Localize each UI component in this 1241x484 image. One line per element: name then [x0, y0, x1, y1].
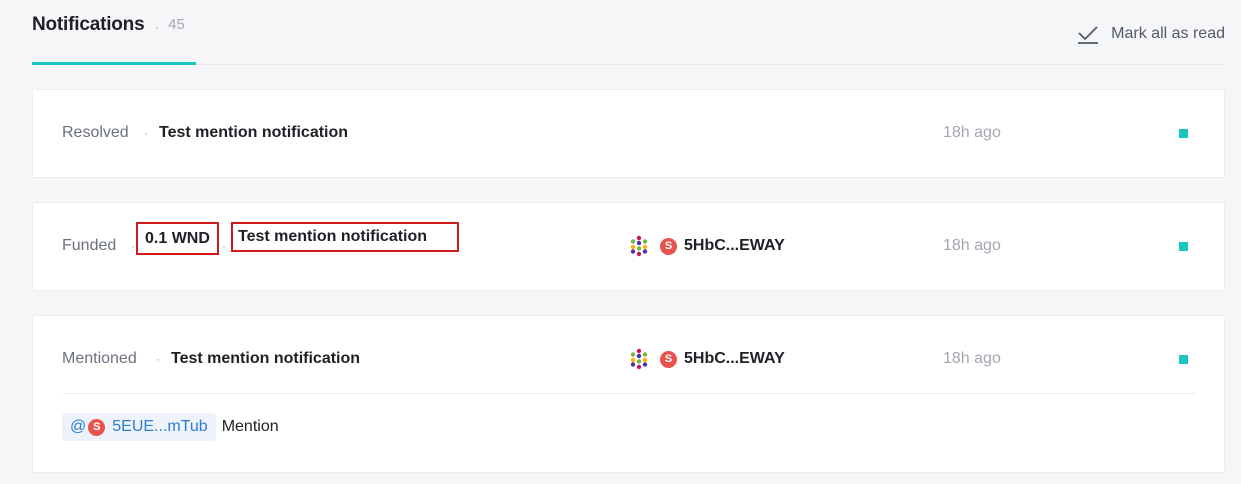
notification-title[interactable]: Test mention notification	[171, 347, 360, 371]
divider	[62, 393, 1195, 394]
separator: ·	[222, 239, 226, 253]
at-sign: @	[70, 418, 87, 435]
identicon-icon	[630, 235, 648, 257]
mention-link[interactable]: @ S 5EUE...mTub	[62, 413, 216, 441]
unread-indicator	[1179, 355, 1188, 364]
notification-count: 45	[168, 16, 185, 33]
notification-card-mentioned[interactable]: Mentioned · Test mention notification S …	[32, 315, 1225, 473]
mention-text: Mention	[221, 418, 279, 435]
funded-amount: 0.1 WND	[136, 222, 219, 255]
unread-indicator	[1179, 242, 1188, 251]
notification-title[interactable]: Test mention notification	[159, 121, 348, 145]
notification-title[interactable]: Test mention notification	[231, 222, 459, 252]
notifications-header: Notifications · 45 Mark all as read	[32, 0, 1225, 65]
user-info[interactable]: S 5HbC...EWAY	[628, 234, 785, 258]
user-address[interactable]: 5HbC...EWAY	[684, 237, 785, 255]
notification-card-resolved[interactable]: Resolved · Test mention notification 18h…	[32, 89, 1225, 178]
mentioned-address: 5EUE...mTub	[112, 418, 208, 435]
separator: ·	[131, 239, 135, 253]
mention-content: @ S 5EUE...mTub Mention	[62, 413, 279, 441]
separator: ·	[156, 352, 160, 366]
account-badge-icon: S	[88, 418, 106, 436]
mark-all-read-button[interactable]: Mark all as read	[1077, 24, 1225, 44]
tab-notifications[interactable]: Notifications · 45	[32, 0, 196, 65]
mark-all-read-label: Mark all as read	[1111, 25, 1225, 42]
notification-status: Funded	[62, 237, 117, 254]
notification-time: 18h ago	[943, 237, 1001, 254]
notification-time: 18h ago	[943, 350, 1001, 367]
user-info[interactable]: S 5HbC...EWAY	[628, 347, 785, 371]
separator: ·	[144, 126, 148, 140]
account-badge-icon: S	[660, 237, 677, 255]
checkmark-icon	[1078, 26, 1099, 44]
notification-status: Mentioned	[62, 350, 137, 367]
notification-card-funded[interactable]: Funded · 0.1 WND · Test mention notifica…	[32, 202, 1225, 291]
account-badge-icon: S	[660, 350, 677, 368]
title-separator: ·	[154, 19, 160, 35]
identicon-icon	[630, 348, 648, 370]
notification-status: Resolved	[62, 124, 129, 141]
unread-indicator	[1179, 129, 1188, 138]
user-address[interactable]: 5HbC...EWAY	[684, 350, 785, 368]
notification-time: 18h ago	[943, 124, 1001, 141]
page-title: Notifications	[32, 14, 145, 35]
